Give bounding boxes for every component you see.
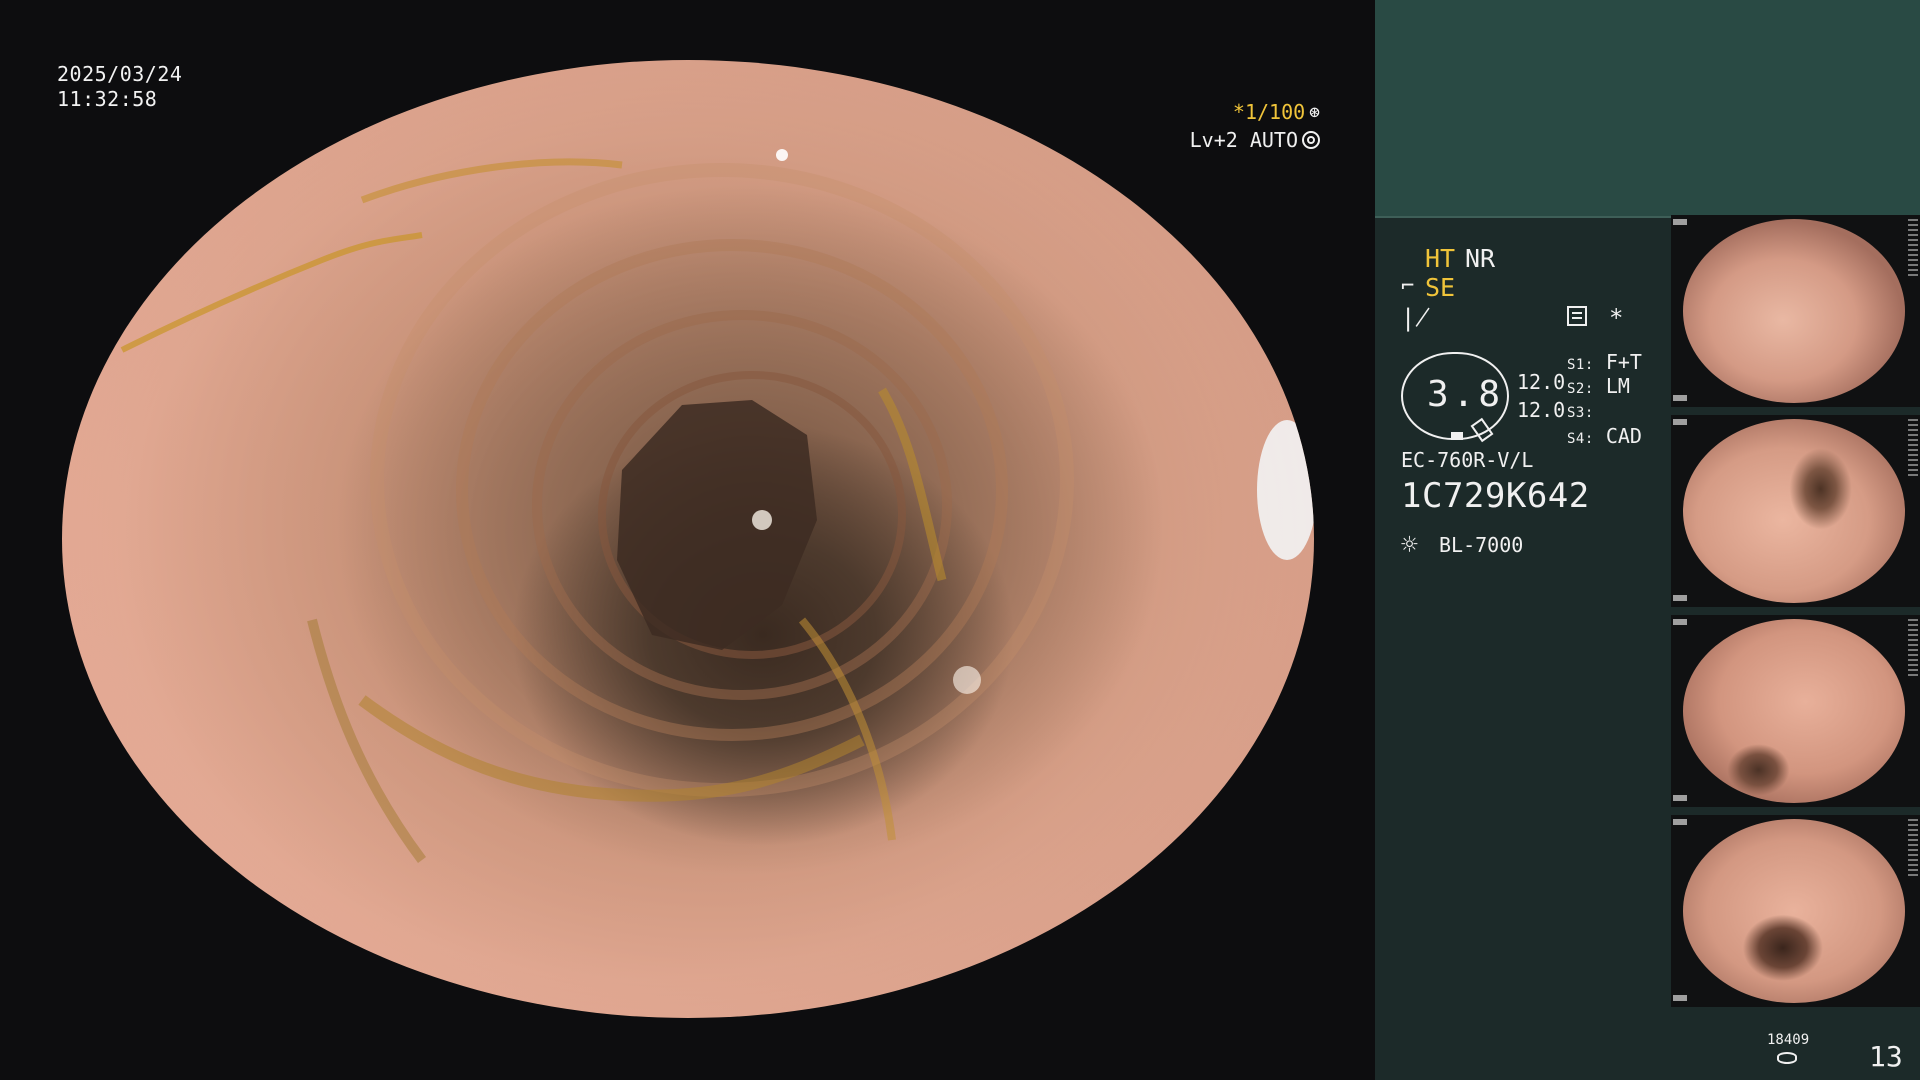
thumbnail-image[interactable] [1671, 615, 1920, 807]
ring-icon [1302, 131, 1320, 149]
thumbnail-serial-stamp [1673, 795, 1687, 801]
switch-s2: S2: LM [1567, 374, 1630, 398]
specular-highlight [953, 666, 981, 694]
scope-serial: 1C729K642 [1401, 476, 1590, 516]
mucosa-texture [120, 140, 1314, 863]
info-header [1375, 0, 1920, 218]
time-label: 11:32:58 [57, 87, 158, 111]
switch-value: CAD [1605, 424, 1642, 448]
imaging-status: *1/100 ⊛ Lv+2 AUTO [1180, 98, 1320, 154]
switch-s1: S1: F+T [1567, 350, 1642, 374]
star-label: * [1609, 304, 1624, 332]
thumbnail-picture [1683, 819, 1905, 1003]
level-marker [1451, 432, 1463, 440]
image-count: 18409 [1767, 1032, 1810, 1048]
settings-grid-icon [1567, 306, 1587, 326]
lumen [617, 400, 817, 650]
switch-s4: S4: CAD [1567, 424, 1642, 448]
thumbnail-date-stamp [1673, 219, 1687, 225]
scope-model: EC-760R-V/L [1401, 448, 1534, 472]
level-value: 3.8 [1427, 374, 1505, 415]
residue-streak [120, 232, 423, 353]
thumbnail-image[interactable] [1671, 215, 1920, 407]
se-label: SE [1425, 273, 1456, 302]
thumbnail-date-stamp [1673, 419, 1687, 425]
switch-key: S3 [1567, 405, 1585, 421]
thumbnail-date-stamp [1673, 819, 1687, 825]
specular-highlight [312, 140, 322, 150]
wave-icon: ∤ [1401, 304, 1430, 332]
date-label: 2025/03/24 [57, 62, 183, 86]
switch-s3: S3: [1567, 405, 1594, 421]
disk-icon [1777, 1052, 1797, 1064]
aperture-icon: ⊛ [1309, 101, 1320, 123]
nr-label: NR [1465, 244, 1496, 273]
ht-label: HT [1425, 244, 1456, 273]
thumbnail-date-stamp [1673, 619, 1687, 625]
thumbnail-strip [1671, 215, 1920, 1015]
thumbnail-side-info [1908, 619, 1918, 679]
info-panel: HT NR ⌐ SE ∤ * 3.8 12.0 12.0 S1: F+T S2:… [1375, 0, 1920, 1080]
instrument-glare [1257, 420, 1314, 560]
residue-streak [307, 618, 427, 863]
switch-key: S4 [1567, 431, 1585, 447]
thumbnail-picture [1683, 219, 1905, 403]
sun-icon: ☼ [1401, 528, 1418, 561]
light-source: BL-7000 [1439, 533, 1524, 557]
endoscopy-monitor: 2025/03/24 11:32:58 *1/100 ⊛ Lv+2 AUTO H… [0, 0, 1920, 1080]
footer-number: 13 [1869, 1040, 1903, 1073]
thumbnail-serial-stamp [1673, 395, 1687, 401]
enhancement-row: Lv+2 AUTO [1180, 126, 1320, 154]
residue-streak [878, 387, 947, 582]
switch-key: S2 [1567, 381, 1585, 397]
shutter-label: *1/100 [1232, 100, 1306, 124]
switch-value: F+T [1605, 350, 1642, 374]
value-2: 12.0 [1517, 398, 1566, 422]
thumbnail-side-info [1908, 819, 1918, 879]
specular-highlight [752, 510, 772, 530]
specular-highlight [776, 149, 788, 161]
thumbnail-image[interactable] [1671, 815, 1920, 1007]
endoscopic-image [62, 60, 1314, 1018]
thumbnail-serial-stamp [1673, 595, 1687, 601]
thumbnail-side-info [1908, 219, 1918, 279]
thumbnail-image[interactable] [1671, 415, 1920, 607]
enhancement-label: Lv+2 AUTO [1189, 128, 1298, 152]
thumbnail-side-info [1908, 419, 1918, 479]
value-1: 12.0 [1517, 370, 1566, 394]
thumbnail-picture [1683, 619, 1905, 803]
mask-top [0, 0, 1375, 60]
main-endoscopic-view: 2025/03/24 11:32:58 *1/100 ⊛ Lv+2 AUTO [0, 0, 1375, 1080]
shutter-row: *1/100 ⊛ [1180, 98, 1320, 126]
thumbnail-serial-stamp [1673, 995, 1687, 1001]
thumbnail-picture [1683, 419, 1905, 603]
switch-value: LM [1605, 374, 1630, 398]
scope-tip-icon: ⌐ [1401, 274, 1415, 299]
mask-bottom [0, 1018, 1375, 1080]
switch-key: S1 [1567, 357, 1585, 373]
